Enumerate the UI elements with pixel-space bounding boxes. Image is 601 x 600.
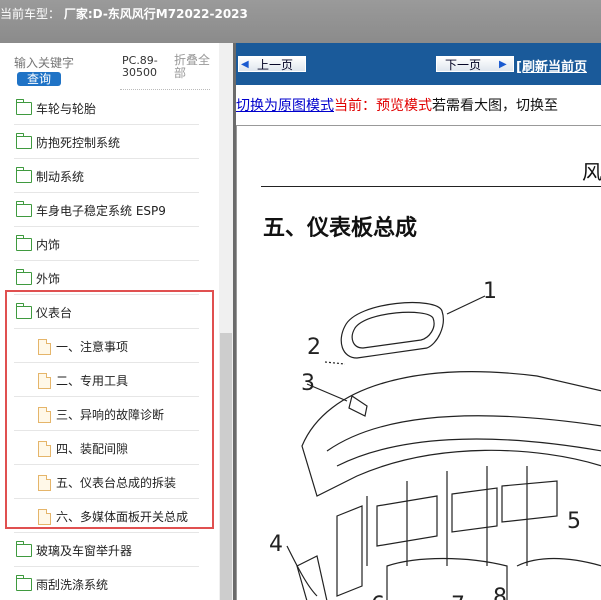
header-rule bbox=[261, 186, 601, 187]
tree-item-label: 制动系统 bbox=[36, 170, 85, 184]
mode-line: 切换为原图模式当前：预览模式若需看大图，切换至 bbox=[236, 95, 601, 115]
page-header-char: 风 bbox=[582, 160, 601, 184]
search-input[interactable] bbox=[14, 55, 114, 71]
tree-folder-item[interactable]: 雨刮洗涤系统 bbox=[0, 567, 233, 600]
tree-folder-item[interactable]: 制动系统 bbox=[0, 159, 233, 193]
title-bar: 当前车型： 厂家:D-东风风行M72022-2023 bbox=[0, 0, 601, 43]
pc-number-label: PC.89-30500 bbox=[122, 54, 158, 79]
tree-item-label: 防抱死控制系统 bbox=[36, 136, 121, 150]
current-mode: 预览模式 bbox=[376, 98, 432, 114]
callout-2: 2 bbox=[307, 335, 321, 360]
arrow-left-icon: ◀ bbox=[241, 59, 249, 70]
callout-4: 4 bbox=[269, 532, 283, 557]
callout-3: 3 bbox=[301, 371, 315, 396]
highlight-box bbox=[5, 290, 214, 529]
tree-folder-item[interactable]: 车轮与轮胎 bbox=[0, 91, 233, 125]
mode-hint: 若需看大图，切换至 bbox=[432, 98, 558, 114]
folder-icon bbox=[16, 541, 32, 557]
folder-icon bbox=[16, 99, 32, 115]
tree-item-label: 雨刮洗涤系统 bbox=[36, 578, 109, 592]
folder-icon bbox=[16, 201, 32, 217]
section-title: 五、仪表板总成 bbox=[263, 215, 418, 241]
collapse-all-button[interactable]: 折叠全部 bbox=[174, 54, 218, 80]
sidebar-toolbar: 查询 PC.89-30500 折叠全部 bbox=[0, 43, 233, 90]
current-label: 当前： bbox=[334, 98, 376, 114]
tree-item-label: 车轮与轮胎 bbox=[36, 102, 97, 116]
folder-icon bbox=[16, 269, 32, 285]
tree-item-label: 车身电子稳定系统 ESP9 bbox=[36, 204, 166, 218]
toolbar-divider bbox=[120, 89, 210, 90]
tree-item-label: 外饰 bbox=[36, 272, 61, 286]
dashboard-exploded-diagram: 1 2 3 4 5 6 7 8 bbox=[269, 279, 601, 600]
prev-page-button[interactable]: ◀ 上一页 bbox=[238, 56, 306, 72]
sidebar-scroll-thumb[interactable] bbox=[220, 333, 232, 600]
tree-folder-item[interactable]: 内饰 bbox=[0, 227, 233, 261]
tree-item-label: 内饰 bbox=[36, 238, 61, 252]
tree-item-label: 玻璃及车窗举升器 bbox=[36, 544, 133, 558]
tree-folder-item[interactable]: 玻璃及车窗举升器 bbox=[0, 533, 233, 567]
folder-icon bbox=[16, 575, 32, 591]
callout-6: 6 bbox=[371, 593, 385, 600]
document-page: 风 五、仪表板总成 1 2 3 4 5 8 bbox=[236, 125, 601, 600]
callout-7: 7 bbox=[451, 593, 465, 600]
query-button[interactable]: 查询 bbox=[17, 72, 61, 86]
callout-8: 8 bbox=[493, 585, 507, 600]
folder-icon bbox=[16, 235, 32, 251]
tree-folder-item[interactable]: 防抱死控制系统 bbox=[0, 125, 233, 159]
switch-original-mode-link[interactable]: 切换为原图模式 bbox=[236, 98, 334, 114]
next-page-button[interactable]: 下一页 ▶ bbox=[436, 56, 514, 72]
window-title: 当前车型： 厂家:D-东风风行M72022-2023 bbox=[0, 7, 248, 21]
refresh-page-link[interactable]: [刷新当前页 bbox=[516, 56, 587, 75]
callout-1: 1 bbox=[483, 279, 497, 304]
folder-icon bbox=[16, 133, 32, 149]
tree-folder-item[interactable]: 车身电子稳定系统 ESP9 bbox=[0, 193, 233, 227]
folder-icon bbox=[16, 167, 32, 183]
callout-5: 5 bbox=[567, 509, 581, 534]
arrow-right-icon: ▶ bbox=[499, 59, 507, 70]
sidebar: 查询 PC.89-30500 折叠全部 车轮与轮胎防抱死控制系统制动系统车身电子… bbox=[0, 43, 233, 600]
content-pane: ◀ 上一页 下一页 ▶ [刷新当前页 切换为原图模式当前：预览模式若需看大图，切换至… bbox=[236, 43, 601, 600]
nav-bar: ◀ 上一页 下一页 ▶ [刷新当前页 bbox=[236, 43, 601, 85]
